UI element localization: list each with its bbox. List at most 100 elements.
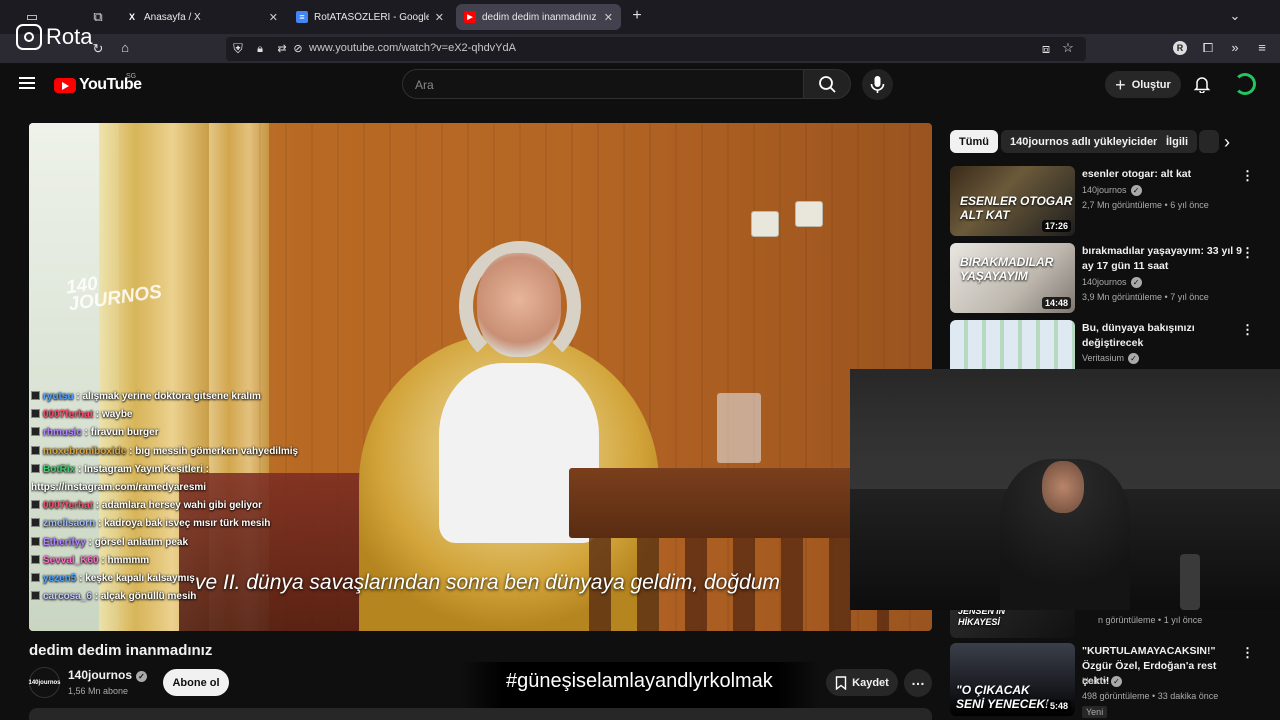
video-player[interactable]: 140 JOURNOS ryutsu : alışmak yerine dokt…: [29, 123, 932, 631]
rec-title[interactable]: Bu, dünyaya bakışınızı değiştirecek: [1082, 321, 1242, 351]
chat-badge-icon: [31, 391, 40, 400]
new-badge: Yeni: [1082, 706, 1108, 718]
verified-check-icon: ✓: [1130, 185, 1142, 196]
chat-message: 0007ferhat : adamlara hersey wahi gibi g…: [31, 497, 331, 515]
chat-text: https://instagram.com/ramedyaresmi: [31, 482, 207, 494]
chat-username: zmelisaorn: [43, 518, 96, 530]
verified-check-icon: ✓: [1128, 353, 1140, 364]
more-options-icon[interactable]: ⋮: [1241, 322, 1254, 338]
rec-title[interactable]: esenler otogar: alt kat: [1082, 167, 1242, 182]
rec-channel[interactable]: Veritasium ✓: [1082, 353, 1140, 364]
app-menu-icon[interactable]: ≡: [1254, 41, 1270, 55]
chip-partial[interactable]: [1199, 130, 1219, 153]
chat-badge-icon: [31, 463, 40, 473]
tab-x-home[interactable]: X Anasayfa / X ✕: [118, 4, 286, 30]
search-input[interactable]: [402, 69, 804, 99]
browser-tab-bar: ▭ ⧉ X Anasayfa / X ✕ ≡ RotATASÖZLERİ - G…: [0, 0, 1280, 34]
chat-text: Instagram Yayın Kesitleri :: [84, 463, 209, 475]
lock-icon[interactable]: 🔒︎: [252, 42, 268, 56]
rec-channel[interactable]: Halktv ✓: [1082, 676, 1123, 687]
verified-check-icon: ✓: [136, 671, 148, 682]
chat-username: BotRix: [43, 463, 76, 475]
extensions-icon[interactable]: ⧠: [1200, 41, 1216, 55]
menu-icon[interactable]: [19, 77, 35, 89]
x-logo-icon: X: [128, 12, 135, 22]
create-button[interactable]: + Oluştur: [1105, 71, 1181, 98]
new-tab-icon[interactable]: +: [629, 8, 645, 24]
more-options-icon[interactable]: ⋮: [1241, 645, 1254, 661]
rec-title[interactable]: bırakmadılar yaşayayım: 33 yıl 9 ay 17 g…: [1082, 244, 1242, 274]
tab-list-chevron-icon[interactable]: ⌄: [1227, 9, 1243, 23]
close-icon[interactable]: ✕: [604, 11, 613, 24]
notifications-bell-icon[interactable]: [1193, 75, 1211, 93]
google-docs-icon: ≡: [296, 11, 308, 23]
chat-text: adamlara hersey wahi gibi geliyor: [101, 500, 262, 512]
duration-badge: 5:48: [1046, 700, 1071, 712]
tab-overview-icon[interactable]: ⧉: [90, 10, 106, 24]
chat-separator: :: [126, 445, 136, 457]
chat-message: ryutsu : alışmak yerine doktora gitsene …: [31, 388, 331, 406]
rec-channel[interactable]: 140journos ✓: [1082, 277, 1142, 288]
description-box[interactable]: [29, 708, 932, 720]
chat-message: 0007ferhat : waybe: [31, 406, 331, 424]
shield-icon[interactable]: ⛨: [230, 42, 246, 56]
subscribe-button[interactable]: Abone ol: [163, 669, 229, 696]
tab-google-docs[interactable]: ≡ RotATASÖZLERİ - Google Doküm ✕: [288, 4, 452, 30]
chat-badge-icon: [31, 591, 40, 601]
youtube-play-icon: [54, 77, 76, 93]
chat-username: Sevval_K60: [43, 554, 99, 566]
account-avatar[interactable]: [1234, 73, 1256, 95]
rec-channel[interactable]: 140journos ✓: [1082, 185, 1142, 196]
url-text[interactable]: www.youtube.com/watch?v=eX2-qhdvYdA: [309, 42, 516, 54]
home-icon[interactable]: ⌂: [117, 41, 133, 55]
chat-text: hmmmm: [107, 554, 150, 566]
chat-username: ryutsu: [43, 391, 74, 402]
video-subtitle: ve II. dünya savaşlarından sonra ben dün…: [195, 571, 780, 594]
duration-badge: 14:48: [1041, 297, 1071, 309]
permissions-icon[interactable]: ⇄: [274, 42, 290, 56]
channel-name[interactable]: 140journos ✓: [68, 668, 148, 682]
more-actions-icon[interactable]: …: [904, 669, 932, 697]
profile-r-icon[interactable]: R: [1173, 41, 1187, 55]
chat-separator: :: [81, 427, 91, 439]
search-button[interactable]: [803, 69, 851, 99]
chip-from-uploader[interactable]: 140journos adlı yükleyiciden: [1001, 130, 1169, 153]
tracking-off-icon[interactable]: ⊘: [290, 42, 306, 56]
close-icon[interactable]: ✕: [435, 11, 444, 24]
chat-badge-icon: [31, 427, 40, 437]
youtube-favicon-icon: ▶: [464, 11, 476, 23]
verified-check-icon: ✓: [1111, 676, 1123, 687]
close-icon[interactable]: ✕: [269, 11, 278, 24]
chat-badge-icon: [31, 445, 40, 455]
chat-username: 0007ferhat: [43, 500, 94, 512]
more-options-icon[interactable]: ⋮: [1241, 168, 1254, 184]
rec-stats: 2,7 Mn görüntüleme • 6 yıl önce: [1082, 200, 1209, 210]
chevron-right-icon[interactable]: ›: [1224, 132, 1230, 153]
rec-thumbnail[interactable]: BIRAKMADILAR YAŞAYAYIM 14:48: [950, 243, 1075, 313]
chat-message: BotRix : Instagram Yayın Kesitleri :: [31, 461, 331, 479]
chat-text: waybe: [101, 409, 133, 421]
navigation-bar: ↻ ⌂ ⛨ 🔒︎ ⇄ ⊘ ⧈ ☆ R ⧠ » ≡: [0, 34, 1280, 64]
chip-related[interactable]: İlgili: [1157, 130, 1197, 153]
chip-all[interactable]: Tümü: [950, 130, 998, 153]
sidebar-toggle-icon[interactable]: ▭: [24, 10, 40, 24]
overflow-chevrons-icon[interactable]: »: [1227, 41, 1243, 55]
chat-badge-icon: [31, 573, 40, 583]
instagram-icon: [16, 24, 42, 50]
tab-youtube-video[interactable]: ▶ dedim dedim inanmadınız - YouT ✕: [456, 4, 621, 30]
picture-in-picture-icon[interactable]: ⧈: [1038, 42, 1054, 56]
chat-separator: :: [98, 554, 108, 566]
tab-title: dedim dedim inanmadınız - YouT: [482, 11, 598, 23]
bookmark-star-icon[interactable]: ☆: [1060, 41, 1076, 55]
chat-message: Sevval_K60 : hmmmm: [31, 552, 331, 570]
rec-thumbnail[interactable]: ESENLER OTOGAR ALT KAT 17:26: [950, 166, 1075, 236]
channel-avatar[interactable]: 140journos: [29, 667, 61, 698]
chat-separator: :: [95, 518, 105, 530]
more-options-icon[interactable]: ⋮: [1241, 245, 1254, 261]
tab-title: RotATASÖZLERİ - Google Doküm: [314, 11, 429, 23]
rec-thumbnail[interactable]: "O ÇIKACAK SENİ YENECEK! 5:48: [950, 643, 1075, 716]
voice-search-button[interactable]: [862, 69, 893, 100]
chat-text: bıg messih gömerken vahyedilmiş: [135, 445, 299, 457]
chat-badge-icon: [31, 518, 40, 528]
save-button[interactable]: Kaydet: [826, 669, 898, 696]
